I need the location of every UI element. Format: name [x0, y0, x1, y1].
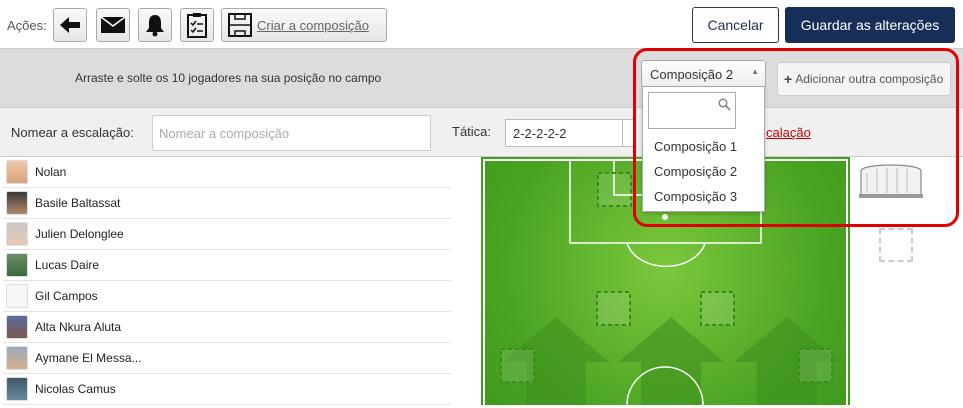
lineup-name-input[interactable]	[152, 115, 431, 151]
player-row[interactable]: Nolan	[3, 157, 451, 188]
avatar	[6, 315, 28, 339]
back-arrow-icon	[60, 17, 80, 33]
avatar	[6, 160, 28, 184]
create-composition-label: Criar a composição	[257, 18, 369, 33]
player-row[interactable]: Julien Delonglee	[3, 219, 451, 250]
player-name: Lucas Daire	[35, 258, 100, 272]
player-name: Aymane El Messa...	[35, 351, 142, 365]
mail-icon	[100, 16, 126, 33]
player-name: Nicolas Camus	[35, 382, 116, 396]
player-name: Alta Nkura Aluta	[35, 320, 122, 334]
back-button[interactable]	[53, 8, 87, 42]
tactic-select[interactable]: 2-2-2-2-2	[505, 119, 635, 147]
player-row[interactable]: Alta Nkura Aluta	[3, 312, 451, 343]
create-composition-button[interactable]: Criar a composição	[221, 8, 387, 42]
clipboard-button[interactable]	[180, 8, 214, 42]
avatar	[6, 253, 28, 277]
avatar	[6, 284, 28, 308]
field-icon	[228, 13, 252, 37]
player-row[interactable]: Nicolas Camus	[3, 374, 451, 405]
tactic-label: Tática:	[452, 124, 492, 139]
avatar	[6, 191, 28, 215]
clipboard-checklist-icon	[187, 13, 207, 38]
actions-label: Ações:	[7, 18, 47, 33]
bell-icon	[146, 15, 164, 37]
avatar	[6, 377, 28, 401]
avatar	[6, 222, 28, 246]
lineup-name-label: Nomear a escalação:	[11, 125, 134, 140]
save-button[interactable]: Guardar as alterações	[785, 7, 955, 43]
tactic-value: 2-2-2-2-2	[513, 126, 567, 141]
bell-button[interactable]	[138, 8, 172, 42]
player-name: Julien Delonglee	[35, 227, 124, 241]
player-row[interactable]: Basile Baltassat	[3, 188, 451, 219]
player-row[interactable]: Lucas Daire	[3, 250, 451, 281]
instruction-text: Arraste e solte os 10 jogadores na sua p…	[75, 71, 382, 85]
highlight-annotation	[633, 48, 959, 227]
player-name: Nolan	[35, 165, 67, 179]
player-list: Nolan Basile Baltassat Julien Delonglee …	[3, 157, 451, 405]
avatar	[6, 346, 28, 370]
player-row[interactable]: Aymane El Messa...	[3, 343, 451, 374]
player-row[interactable]: Gil Campos	[3, 281, 451, 312]
bench-slot[interactable]	[879, 228, 913, 262]
player-name: Gil Campos	[35, 289, 98, 303]
player-name: Basile Baltassat	[35, 196, 121, 210]
cancel-button[interactable]: Cancelar	[692, 7, 779, 43]
top-toolbar: Ações: Criar a composição Cancelar Guard…	[0, 0, 963, 48]
mail-button[interactable]	[96, 8, 130, 42]
